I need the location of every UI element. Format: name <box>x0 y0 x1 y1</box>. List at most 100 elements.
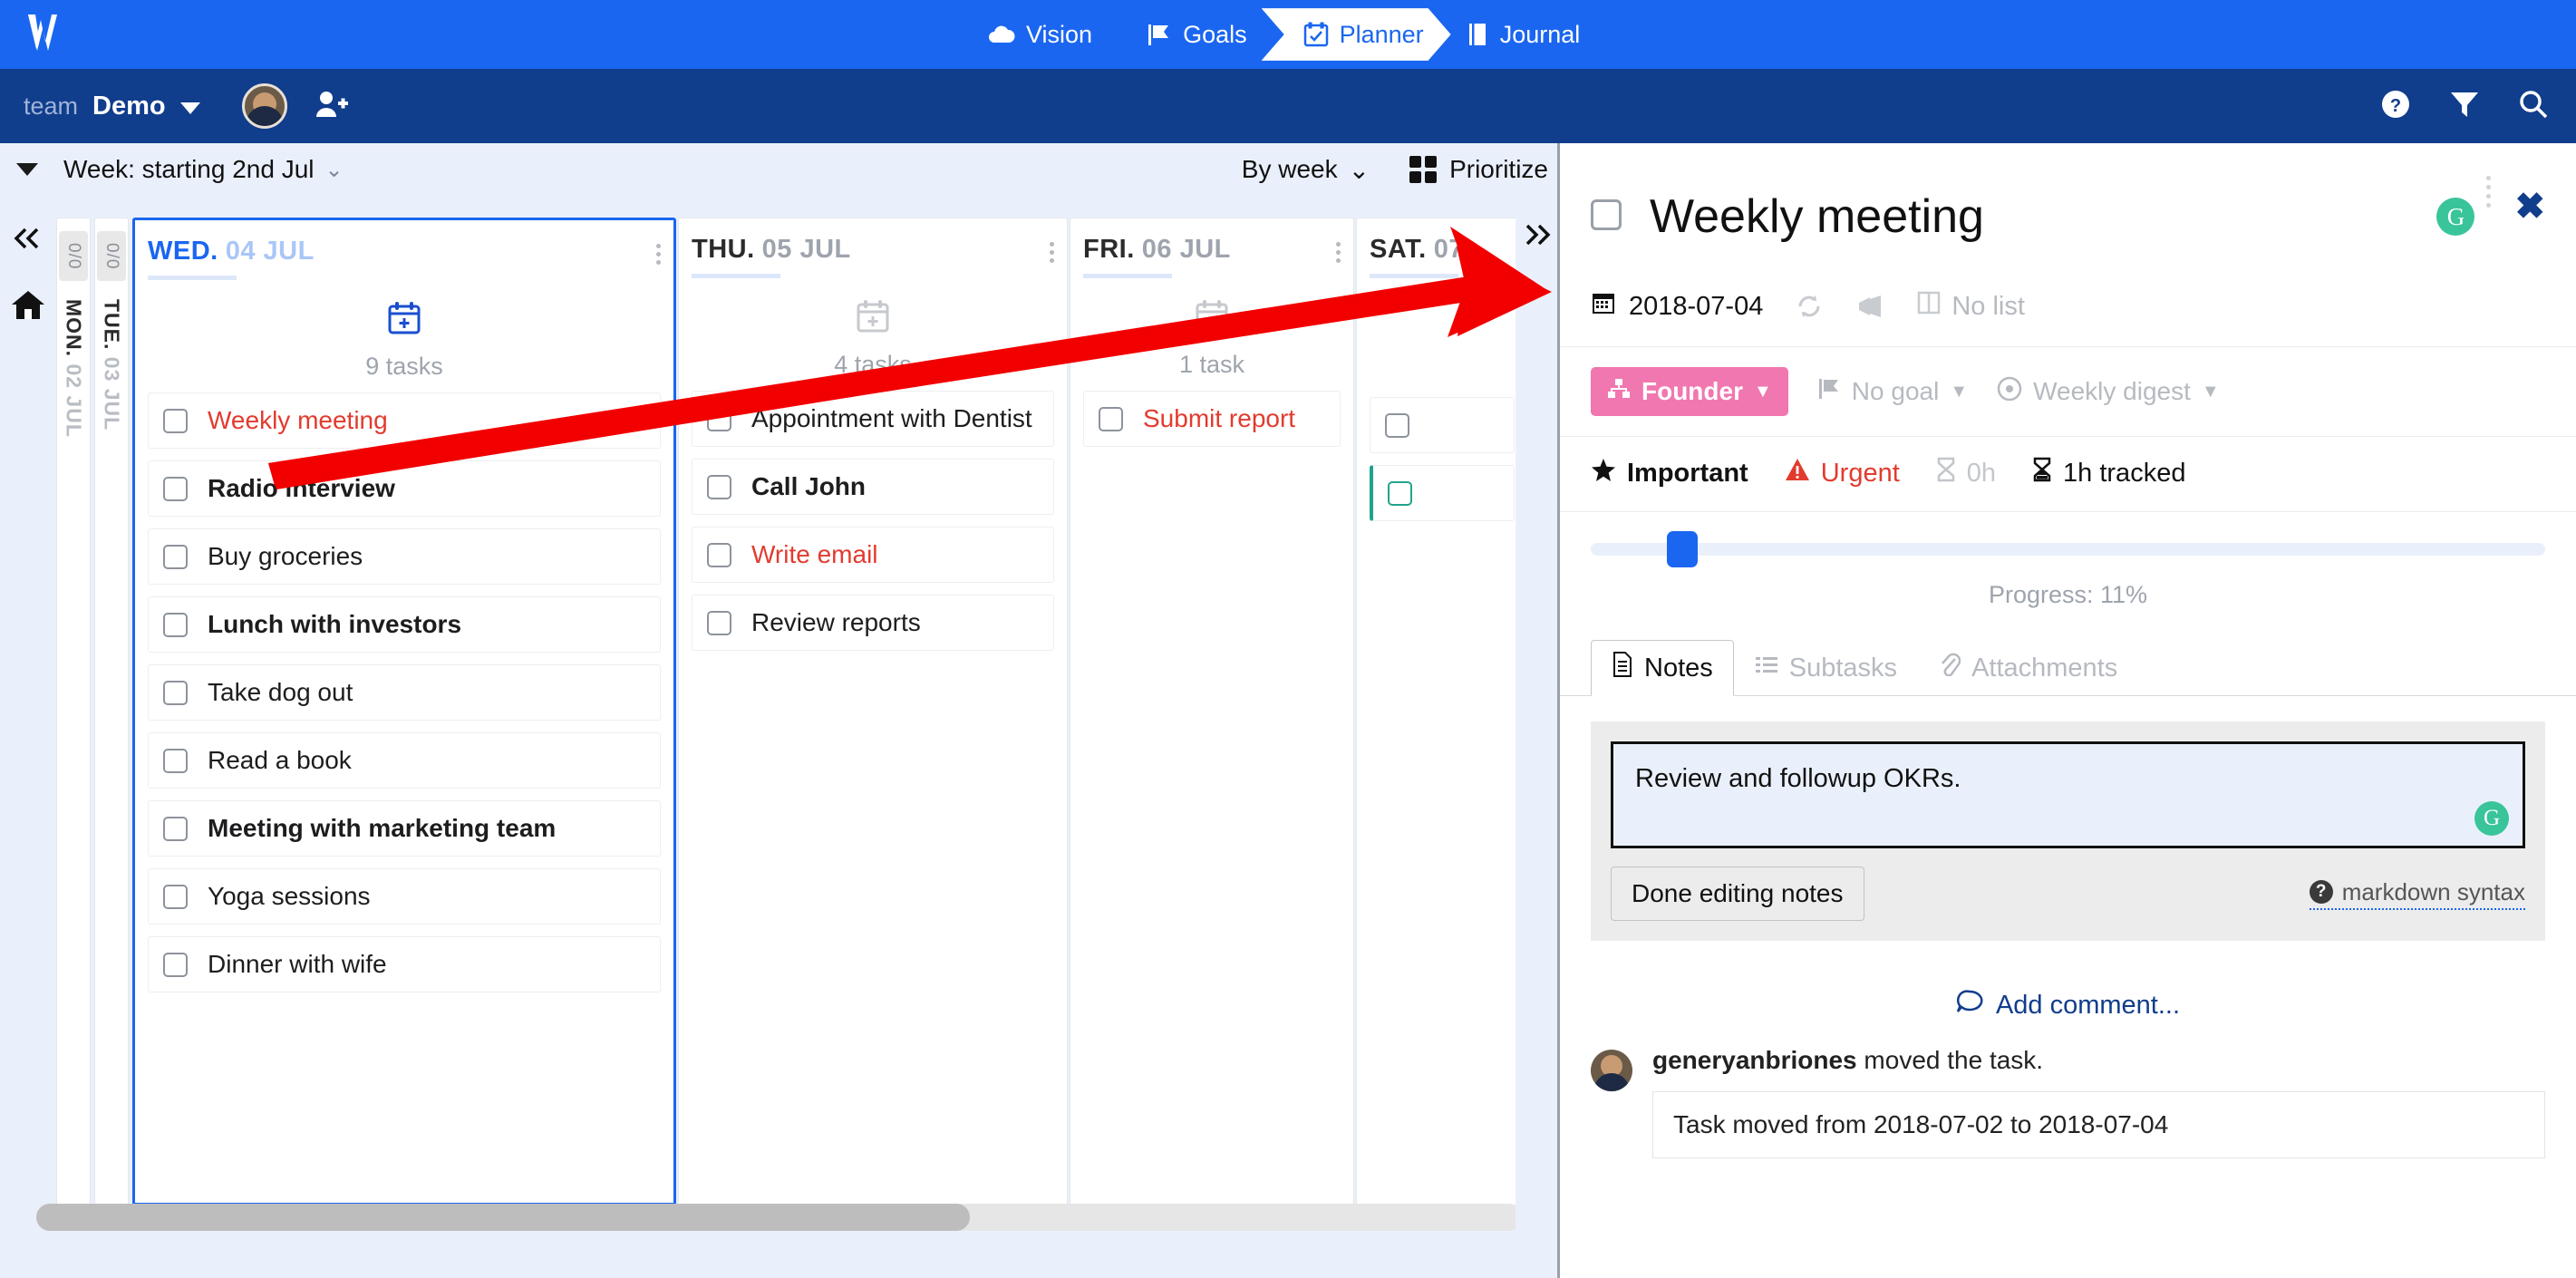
day-column-sat[interactable]: SAT. 07 <box>1356 218 1528 1205</box>
filter-icon[interactable] <box>2449 90 2480 123</box>
week-selector-label[interactable]: Week: starting 2nd Jul <box>63 155 315 184</box>
important-flag[interactable]: Important <box>1591 458 1748 489</box>
task-row[interactable]: Meeting with marketing team <box>148 800 661 857</box>
team-name[interactable]: Demo <box>92 92 166 121</box>
warning-icon <box>1785 458 1810 489</box>
task-row[interactable] <box>1370 465 1515 521</box>
task-checkbox[interactable] <box>707 474 731 499</box>
home-icon[interactable] <box>10 289 46 326</box>
digest-selector[interactable]: Weekly digest ▼ <box>1997 376 2220 408</box>
day-menu-icon[interactable] <box>1050 235 1054 263</box>
task-row[interactable]: Call John <box>692 459 1054 515</box>
collapse-left-icon[interactable] <box>13 227 44 255</box>
nav-tab-goals[interactable]: Goals <box>1119 0 1274 69</box>
add-task-calendar-icon[interactable] <box>692 298 1054 334</box>
add-user-icon[interactable] <box>315 90 349 123</box>
task-checkbox[interactable] <box>163 748 188 773</box>
team-chevron-down-icon[interactable] <box>179 102 200 114</box>
task-checkbox[interactable] <box>163 476 188 501</box>
task-checkbox[interactable] <box>163 884 188 909</box>
chevron-down-icon[interactable]: ⌄ <box>325 157 344 183</box>
tab-subtasks[interactable]: Subtasks <box>1734 642 1918 695</box>
task-checkbox[interactable] <box>1099 406 1123 431</box>
time-estimate[interactable]: 0h <box>1936 457 1996 489</box>
done-editing-notes-button[interactable]: Done editing notes <box>1611 867 1864 921</box>
by-week-dropdown[interactable]: By week ⌄ <box>1242 155 1370 185</box>
nav-tab-planner[interactable]: Planner <box>1261 8 1451 61</box>
task-date[interactable]: 2018-07-04 <box>1591 290 1763 323</box>
day-column-wed[interactable]: WED. 04 JUL 9 tasks Weekly meeting Radio … <box>132 218 676 1205</box>
task-row[interactable]: Take dog out <box>148 664 661 721</box>
collapsed-day-column-tue[interactable]: 0/0 TUE. 03 JUL <box>94 218 129 1205</box>
grammarly-icon[interactable]: G <box>2474 801 2509 836</box>
nav-tab-vision[interactable]: Vision <box>961 0 1119 69</box>
add-task-calendar-icon[interactable] <box>1083 298 1341 334</box>
megaphone-icon[interactable] <box>1855 294 1884 319</box>
repeat-icon[interactable] <box>1796 294 1823 319</box>
task-checkbox[interactable] <box>163 816 188 841</box>
task-checkbox[interactable] <box>163 952 188 977</box>
urgent-flag[interactable]: Urgent <box>1785 458 1900 489</box>
planner-board-area: Week: starting 2nd Jul ⌄ By week ⌄ Prior… <box>0 143 1557 1278</box>
tab-label: Subtasks <box>1788 654 1898 683</box>
task-checkbox[interactable] <box>707 406 731 431</box>
top-navigation-bar: Vision Goals Planner Journal <box>0 0 2576 69</box>
task-checkbox[interactable] <box>163 612 188 637</box>
task-row[interactable]: Weekly meeting <box>148 392 661 449</box>
nav-tab-journal[interactable]: Journal <box>1438 0 1608 69</box>
collapsed-day-column-mon[interactable]: 0/0 MON. 02 JUL <box>56 218 91 1205</box>
triangle-down-icon[interactable] <box>16 163 38 176</box>
day-menu-icon[interactable] <box>1336 235 1341 263</box>
task-checkbox[interactable] <box>163 680 188 705</box>
task-row[interactable]: Lunch with investors <box>148 596 661 653</box>
task-row[interactable]: Yoga sessions <box>148 868 661 925</box>
help-icon[interactable]: ? <box>2380 89 2411 124</box>
avatar[interactable] <box>241 83 287 129</box>
task-checkbox[interactable] <box>163 544 188 569</box>
task-row[interactable]: Dinner with wife <box>148 936 661 992</box>
add-comment-button[interactable]: Add comment... <box>1560 990 2576 1021</box>
task-checkbox[interactable] <box>1388 480 1412 506</box>
tab-notes[interactable]: Notes <box>1591 640 1734 696</box>
drag-handle-icon[interactable] <box>2486 176 2492 208</box>
role-tag[interactable]: Founder ▼ <box>1591 367 1788 416</box>
task-row[interactable]: Write email <box>692 527 1054 583</box>
task-complete-checkbox[interactable] <box>1591 199 1622 230</box>
app-logo[interactable] <box>0 0 100 69</box>
add-task-calendar-icon[interactable] <box>148 300 661 336</box>
progress-slider[interactable] <box>1591 531 2545 567</box>
page-title[interactable]: Weekly meeting <box>1643 176 2494 257</box>
task-checkbox[interactable] <box>1385 412 1409 438</box>
task-row[interactable]: Submit report <box>1083 391 1341 447</box>
day-column-fri[interactable]: FRI. 06 JUL 1 task Submit report <box>1070 218 1354 1205</box>
task-row[interactable]: Appointment with Dentist <box>692 391 1054 447</box>
day-menu-icon[interactable] <box>656 237 661 265</box>
panel-title-wrap: Weekly meeting G <box>1643 176 2494 257</box>
task-row[interactable]: Review reports <box>692 595 1054 651</box>
notes-textarea[interactable]: Review and followup OKRs. <box>1611 741 2525 848</box>
day-column-thu[interactable]: THU. 05 JUL 4 tasks Appointment with Dent… <box>678 218 1068 1205</box>
horizontal-scrollbar[interactable] <box>36 1204 1523 1231</box>
markdown-syntax-link[interactable]: ? markdown syntax <box>2309 878 2525 910</box>
task-row[interactable] <box>1370 397 1515 453</box>
avatar[interactable] <box>1591 1050 1632 1091</box>
time-tracked-label: 1h tracked <box>2063 458 2186 488</box>
task-checkbox[interactable] <box>707 542 731 567</box>
collapse-right-icon[interactable] <box>1516 196 1557 1247</box>
scrollbar-thumb[interactable] <box>36 1204 970 1231</box>
progress-slider-thumb[interactable] <box>1667 531 1699 567</box>
time-tracked[interactable]: 1h tracked <box>2032 457 2185 489</box>
task-checkbox[interactable] <box>163 408 188 433</box>
prioritize-button[interactable]: Prioritize <box>1409 155 1548 184</box>
comment-icon <box>1956 990 1983 1021</box>
goal-selector[interactable]: No goal ▼ <box>1817 377 1968 407</box>
task-row[interactable]: Buy groceries <box>148 528 661 585</box>
search-icon[interactable] <box>2518 89 2549 124</box>
close-icon[interactable]: ✖ <box>2514 189 2545 225</box>
task-checkbox[interactable] <box>707 610 731 635</box>
task-list-selector[interactable]: No list <box>1917 290 2025 323</box>
task-row[interactable]: Radio interview <box>148 460 661 517</box>
collapsed-day-label: MON. 02 JUL <box>62 299 86 439</box>
task-row[interactable]: Read a book <box>148 732 661 789</box>
tab-attachments[interactable]: Attachments <box>1918 641 2138 695</box>
